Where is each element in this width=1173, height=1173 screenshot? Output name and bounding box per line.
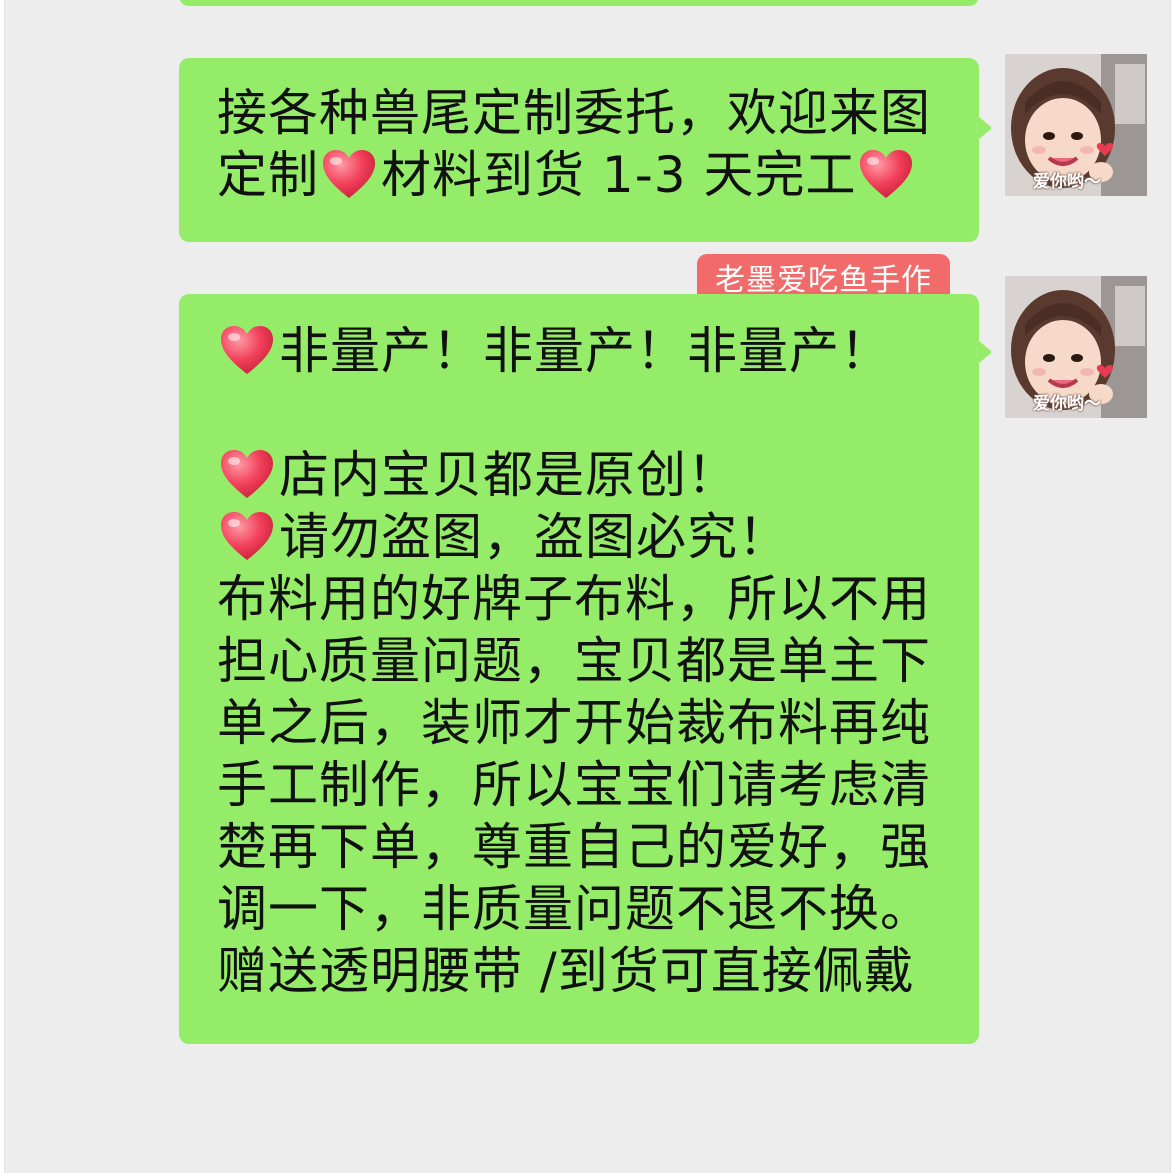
message-line: 请勿盗图，盗图必究！ bbox=[217, 506, 943, 568]
message-line: 手工制作，所以宝宝们请考虑清 bbox=[217, 756, 931, 814]
message-line: 接各种兽尾定制委托，欢迎来图 bbox=[217, 84, 931, 142]
avatar-caption: 爱你哟～ bbox=[1033, 172, 1101, 192]
bubble-tail bbox=[978, 116, 992, 140]
heart-emoji-icon bbox=[219, 448, 275, 500]
bubble-tail bbox=[978, 340, 992, 364]
message-text: 材料到货 1-3 天完工 bbox=[381, 146, 857, 204]
sender-avatar[interactable]: 爱你哟～ bbox=[1005, 276, 1147, 418]
message-text: 请勿盗图，盗图必究！ bbox=[279, 508, 789, 566]
message-line: 布料用的好牌子布料，所以不用 bbox=[217, 570, 931, 628]
heart-emoji-icon bbox=[858, 148, 914, 200]
heart-emoji-icon bbox=[321, 148, 377, 200]
message-line: 店内宝贝都是原创！ bbox=[217, 444, 943, 506]
message-text: 非量产！非量产！非量产！ bbox=[279, 322, 891, 380]
message-bubble-2[interactable]: 非量产！非量产！非量产！ 店内宝贝都是原创！ 请勿盗图，盗图必究！ 布料用的好牌… bbox=[179, 294, 992, 1044]
chat-area: 接各种兽尾定制委托，欢迎来图 定制 材料到货 1-3 天完工 爱你哟～ 老墨爱吃鱼… bbox=[4, 0, 1171, 1173]
sender-avatar[interactable]: 爱你哟～ bbox=[1005, 54, 1147, 196]
message-line: 定制 材料到货 1-3 天完工 bbox=[217, 144, 943, 206]
message-line: 赠送透明腰带 /到货可直接佩戴 bbox=[217, 942, 915, 1000]
message-text: 店内宝贝都是原创！ bbox=[279, 446, 738, 504]
previous-message-bubble[interactable] bbox=[179, 0, 979, 6]
message-line: 单之后，装师才开始裁布料再纯 bbox=[217, 694, 931, 752]
message-line: 调一下，非质量问题不退不换。 bbox=[217, 880, 931, 938]
heart-emoji-icon bbox=[219, 324, 275, 376]
message-text: 定制 bbox=[217, 146, 319, 204]
message-line: 楚再下单，尊重自己的爱好，强 bbox=[217, 818, 931, 876]
avatar-caption: 爱你哟～ bbox=[1033, 394, 1101, 414]
heart-emoji-icon bbox=[219, 510, 275, 562]
message-line: 担心质量问题，宝贝都是单主下 bbox=[217, 632, 931, 690]
message-line: 非量产！非量产！非量产！ bbox=[217, 320, 943, 382]
message-bubble-1[interactable]: 接各种兽尾定制委托，欢迎来图 定制 材料到货 1-3 天完工 bbox=[179, 58, 992, 242]
